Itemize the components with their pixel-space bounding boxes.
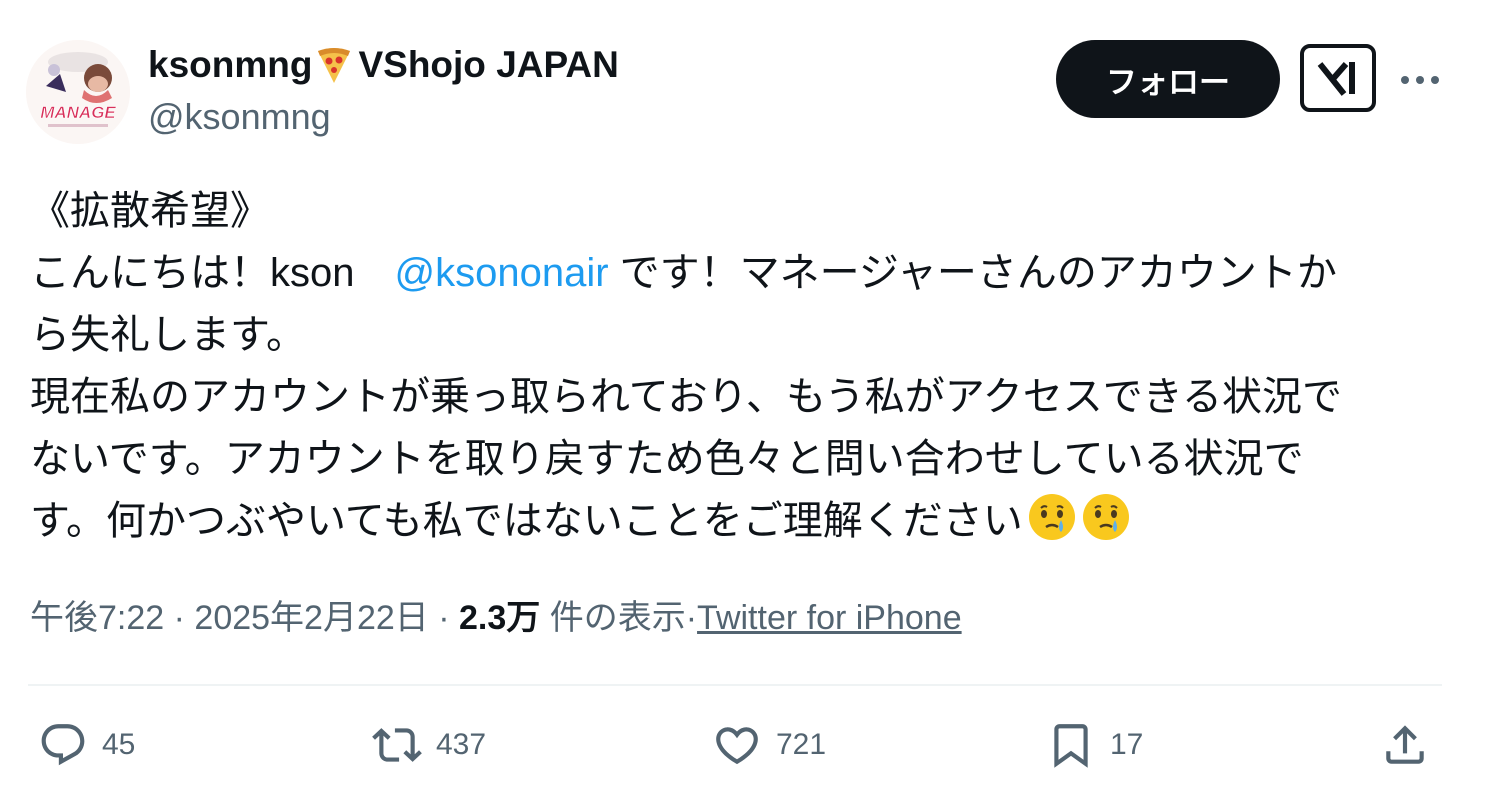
- views-count: 2.3万: [459, 599, 541, 637]
- face-holding-back-tears-icon: [1082, 494, 1129, 540]
- bookmark-count: 17: [1110, 728, 1144, 761]
- tweet-line-text: こんにちは！kson: [30, 251, 395, 295]
- display-name[interactable]: ksonmng: [148, 44, 312, 86]
- like-button[interactable]: 721: [712, 718, 826, 772]
- follow-button[interactable]: フォロー: [1056, 40, 1280, 118]
- retweet-icon: [372, 728, 422, 762]
- tweet-line: す。何かつぶやいても私ではないことをご理解ください: [30, 490, 1440, 552]
- author-handle[interactable]: @ksonmng: [148, 96, 331, 138]
- tweet-date[interactable]: 2025年2月22日: [194, 599, 428, 637]
- reply-button[interactable]: 45: [38, 718, 135, 772]
- tweet-line-text: です！マネージャーさんのアカウントか: [608, 251, 1337, 295]
- bookmark-icon: [1054, 724, 1088, 768]
- divider: [28, 684, 1442, 686]
- retweet-button[interactable]: 437: [372, 718, 486, 772]
- tweet-line: こんにちは！kson @ksononair です！マネージャーさんのアカウントか: [30, 242, 1440, 304]
- tweet-line: 《拡散希望》: [30, 189, 270, 233]
- tweet-time[interactable]: 午後7:22: [30, 599, 164, 637]
- like-icon: [716, 727, 758, 765]
- pizza-icon: [318, 48, 351, 83]
- tweet-line: ないです。アカウントを取り戻すため色々と問い合わせしている状況で: [30, 437, 1304, 481]
- share-button[interactable]: [1380, 718, 1444, 772]
- avatar-image: MANAGE: [26, 40, 130, 144]
- reply-icon: [41, 724, 85, 766]
- more-options-button[interactable]: [1398, 58, 1442, 102]
- bookmark-button[interactable]: 17: [1046, 718, 1143, 772]
- more-icon: [1401, 76, 1439, 84]
- source-link[interactable]: Twitter for iPhone: [697, 599, 962, 637]
- grok-icon: [1317, 62, 1355, 96]
- mention-link[interactable]: @ksononair: [395, 251, 609, 295]
- tweet-line: 現在私のアカウントが乗っ取られており、もう私がアクセスできる状況で: [30, 375, 1342, 419]
- svg-text:MANAGE: MANAGE: [40, 103, 116, 122]
- views-label: 件の表示: [549, 599, 686, 637]
- tweet-line: ら失礼します。: [30, 313, 306, 357]
- org-name: VShojo JAPAN: [358, 44, 619, 85]
- like-count: 721: [776, 728, 827, 761]
- share-icon: [1386, 725, 1424, 764]
- face-holding-back-tears-icon: [1028, 494, 1075, 540]
- avatar[interactable]: MANAGE: [26, 40, 130, 144]
- author-name-row[interactable]: ksonmng VShojo JAPAN: [148, 44, 619, 86]
- tweet-line-text: す。何かつぶやいても私ではないことをご理解ください: [30, 499, 1023, 543]
- grok-button[interactable]: [1300, 44, 1376, 112]
- tweet-text: 《拡散希望》 こんにちは！kson @ksononair です！マネージャーさん…: [30, 180, 1440, 552]
- reply-count: 45: [102, 728, 136, 761]
- retweet-count: 437: [436, 728, 487, 761]
- tweet-meta: 午後7:22 · 2025年2月22日 · 2.3万 件の表示·Twitter …: [30, 599, 962, 637]
